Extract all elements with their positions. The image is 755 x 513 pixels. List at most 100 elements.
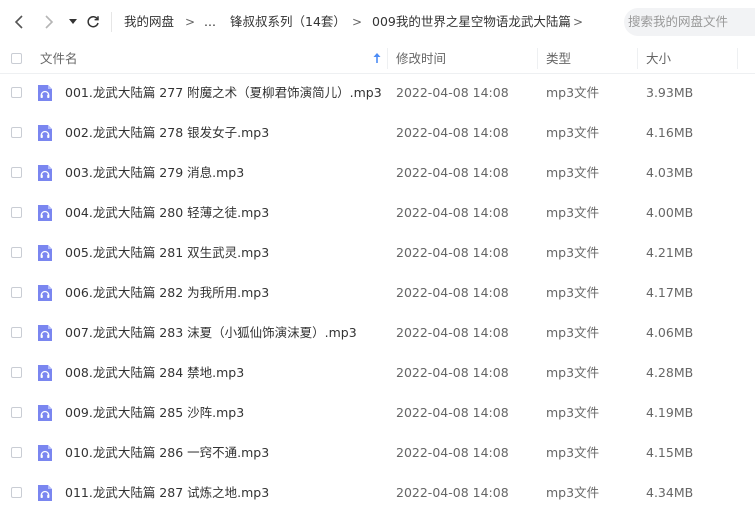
file-size: 3.93MB (646, 85, 694, 100)
table-row[interactable]: 010.龙武大陆篇 286 一窍不通.mp3 2022-04-08 14:08 mp… (0, 433, 755, 473)
file-type: mp3文件 (546, 245, 600, 260)
table-row[interactable]: 007.龙武大陆篇 283 沫夏（小狐仙饰演沫夏）.mp3 2022-04-08 … (0, 313, 755, 353)
audio-file-icon (38, 165, 52, 181)
table-row[interactable]: 002.龙武大陆篇 278 银发女子.mp3 2022-04-08 14:08 mp… (0, 113, 755, 153)
breadcrumb-separator: > (185, 15, 196, 29)
column-header-name[interactable]: 文件名 (40, 44, 78, 73)
file-size: 4.28MB (646, 365, 694, 380)
search-box[interactable] (624, 8, 755, 36)
column-header-modified[interactable]: 修改时间 (396, 44, 446, 73)
file-name[interactable]: 001.龙武大陆篇 277 附魔之术（夏柳君饰演简儿）.mp3 (65, 73, 382, 113)
breadcrumb-separator: > (352, 15, 363, 29)
audio-file-icon (38, 445, 52, 461)
file-type: mp3文件 (546, 485, 600, 500)
file-modified-time: 2022-04-08 14:08 (396, 485, 509, 500)
history-dropdown-button[interactable] (62, 10, 84, 34)
toolbar: 我的网盘 > ... 锋叔叔系列（14套） > 009我的世界之星空物语龙武大陆… (0, 0, 755, 44)
row-checkbox[interactable] (11, 407, 22, 418)
refresh-button[interactable] (82, 10, 104, 34)
file-modified-time: 2022-04-08 14:08 (396, 405, 509, 420)
row-checkbox[interactable] (11, 287, 22, 298)
row-checkbox[interactable] (11, 247, 22, 258)
file-modified-time: 2022-04-08 14:08 (396, 325, 509, 340)
breadcrumb-ellipsis[interactable]: ... (204, 13, 216, 31)
row-checkbox[interactable] (11, 367, 22, 378)
row-checkbox[interactable] (11, 487, 22, 498)
select-all-checkbox[interactable] (11, 53, 22, 64)
file-name[interactable]: 003.龙武大陆篇 279 消息.mp3 (65, 153, 244, 193)
file-size: 4.15MB (646, 445, 694, 460)
file-type: mp3文件 (546, 285, 600, 300)
file-type: mp3文件 (546, 365, 600, 380)
row-checkbox[interactable] (11, 327, 22, 338)
file-size: 4.34MB (646, 485, 694, 500)
back-button[interactable] (8, 10, 30, 34)
file-name[interactable]: 004.龙武大陆篇 280 轻薄之徒.mp3 (65, 193, 269, 233)
table-row[interactable]: 009.龙武大陆篇 285 沙阵.mp3 2022-04-08 14:08 mp3文… (0, 393, 755, 433)
file-name[interactable]: 006.龙武大陆篇 282 为我所用.mp3 (65, 273, 269, 313)
forward-button[interactable] (38, 10, 60, 34)
chevron-right-icon (45, 15, 54, 29)
file-name[interactable]: 008.龙武大陆篇 284 禁地.mp3 (65, 353, 244, 393)
file-name[interactable]: 005.龙武大陆篇 281 双生武灵.mp3 (65, 233, 269, 273)
chevron-left-icon (14, 15, 23, 29)
file-modified-time: 2022-04-08 14:08 (396, 245, 509, 260)
toolbar-divider (111, 12, 112, 32)
file-size: 4.03MB (646, 165, 694, 180)
file-type: mp3文件 (546, 165, 600, 180)
audio-file-icon (38, 205, 52, 221)
table-row[interactable]: 004.龙武大陆篇 280 轻薄之徒.mp3 2022-04-08 14:08 mp… (0, 193, 755, 233)
file-size: 4.17MB (646, 285, 694, 300)
breadcrumb-level2[interactable]: 009我的世界之星空物语龙武大陆篇 (372, 13, 571, 31)
caret-down-icon (69, 19, 77, 24)
file-name[interactable]: 010.龙武大陆篇 286 一窍不通.mp3 (65, 433, 269, 473)
row-checkbox[interactable] (11, 127, 22, 138)
row-checkbox[interactable] (11, 447, 22, 458)
column-header-size[interactable]: 大小 (646, 44, 671, 73)
table-row[interactable]: 005.龙武大陆篇 281 双生武灵.mp3 2022-04-08 14:08 mp… (0, 233, 755, 273)
row-checkbox[interactable] (11, 167, 22, 178)
file-modified-time: 2022-04-08 14:08 (396, 165, 509, 180)
column-header-type[interactable]: 类型 (546, 44, 571, 73)
file-size: 4.00MB (646, 205, 694, 220)
file-size: 4.16MB (646, 125, 694, 140)
audio-file-icon (38, 125, 52, 141)
file-name[interactable]: 011.龙武大陆篇 287 试炼之地.mp3 (65, 473, 269, 513)
table-row[interactable]: 001.龙武大陆篇 277 附魔之术（夏柳君饰演简儿）.mp3 2022-04-0… (0, 73, 755, 113)
table-row[interactable]: 006.龙武大陆篇 282 为我所用.mp3 2022-04-08 14:08 mp… (0, 273, 755, 313)
column-divider[interactable] (537, 48, 538, 69)
file-modified-time: 2022-04-08 14:08 (396, 125, 509, 140)
file-name[interactable]: 007.龙武大陆篇 283 沫夏（小狐仙饰演沫夏）.mp3 (65, 313, 357, 353)
column-divider[interactable] (387, 48, 388, 69)
file-type: mp3文件 (546, 405, 600, 420)
file-size: 4.21MB (646, 245, 694, 260)
search-input[interactable] (628, 14, 755, 29)
file-type: mp3文件 (546, 325, 600, 340)
breadcrumb-root[interactable]: 我的网盘 (124, 13, 174, 31)
file-modified-time: 2022-04-08 14:08 (396, 365, 509, 380)
row-checkbox[interactable] (11, 87, 22, 98)
sort-ascending-icon[interactable] (372, 52, 382, 64)
file-name[interactable]: 002.龙武大陆篇 278 银发女子.mp3 (65, 113, 269, 153)
file-type: mp3文件 (546, 445, 600, 460)
table-row[interactable]: 011.龙武大陆篇 287 试炼之地.mp3 2022-04-08 14:08 mp… (0, 473, 755, 513)
file-modified-time: 2022-04-08 14:08 (396, 85, 509, 100)
audio-file-icon (38, 285, 52, 301)
audio-file-icon (38, 325, 52, 341)
table-header: 文件名 修改时间 类型 大小 (0, 44, 755, 74)
audio-file-icon (38, 365, 52, 381)
breadcrumb-separator: > (573, 15, 584, 29)
audio-file-icon (38, 85, 52, 101)
file-name[interactable]: 009.龙武大陆篇 285 沙阵.mp3 (65, 393, 244, 433)
column-divider[interactable] (737, 48, 738, 69)
table-row[interactable]: 008.龙武大陆篇 284 禁地.mp3 2022-04-08 14:08 mp3文… (0, 353, 755, 393)
breadcrumb-level1[interactable]: 锋叔叔系列（14套） (230, 13, 346, 31)
file-modified-time: 2022-04-08 14:08 (396, 445, 509, 460)
column-divider[interactable] (637, 48, 638, 69)
file-modified-time: 2022-04-08 14:08 (396, 285, 509, 300)
table-row[interactable]: 003.龙武大陆篇 279 消息.mp3 2022-04-08 14:08 mp3文… (0, 153, 755, 193)
row-checkbox[interactable] (11, 207, 22, 218)
file-type: mp3文件 (546, 85, 600, 100)
audio-file-icon (38, 405, 52, 421)
file-size: 4.19MB (646, 405, 694, 420)
